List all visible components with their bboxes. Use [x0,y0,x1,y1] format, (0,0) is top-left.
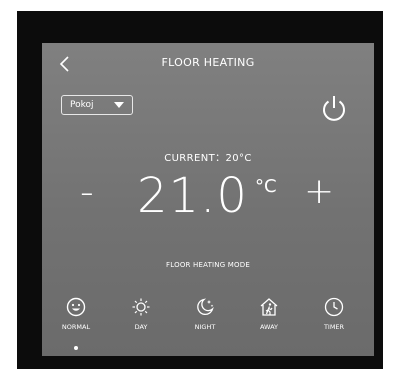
mode-normal-label: NORMAL [61,323,91,331]
mode-day-button[interactable]: DAY [117,297,165,331]
house-away-icon [260,298,278,316]
thermostat-screen: FLOOR HEATING Pokoj CURRENT：20°C - 21.0 … [42,43,374,356]
increase-temperature-button[interactable]: + [304,172,334,212]
mode-away-button[interactable]: AWAY [245,297,293,331]
mode-timer-label: TIMER [323,323,345,331]
mode-selector: NORMAL DAY NIGHT AWAY TIMER [42,297,374,337]
room-select-value: Pokoj [70,100,94,110]
moon-icon [197,298,214,316]
sun-icon [132,298,150,316]
decrease-temperature-button[interactable]: - [80,172,94,212]
mode-night-button[interactable]: NIGHT [181,297,229,331]
setpoint-temperature: 21.0 [137,168,248,224]
chevron-down-icon [114,102,124,108]
clock-icon [324,297,344,317]
mode-day-label: DAY [134,323,148,331]
room-select[interactable]: Pokoj [61,95,133,115]
mode-section-label: FLOOR HEATING MODE [166,261,250,269]
smiley-icon [66,297,86,317]
mode-timer-button[interactable]: TIMER [310,297,358,331]
current-temperature: CURRENT：20°C [164,153,252,164]
selected-mode-indicator [74,346,78,350]
temperature-unit: °C [255,176,277,197]
page-title: FLOOR HEATING [161,56,255,69]
mode-away-label: AWAY [259,323,279,331]
mode-normal-button[interactable]: NORMAL [52,297,100,331]
mode-night-label: NIGHT [194,323,216,331]
power-icon[interactable] [320,93,348,123]
